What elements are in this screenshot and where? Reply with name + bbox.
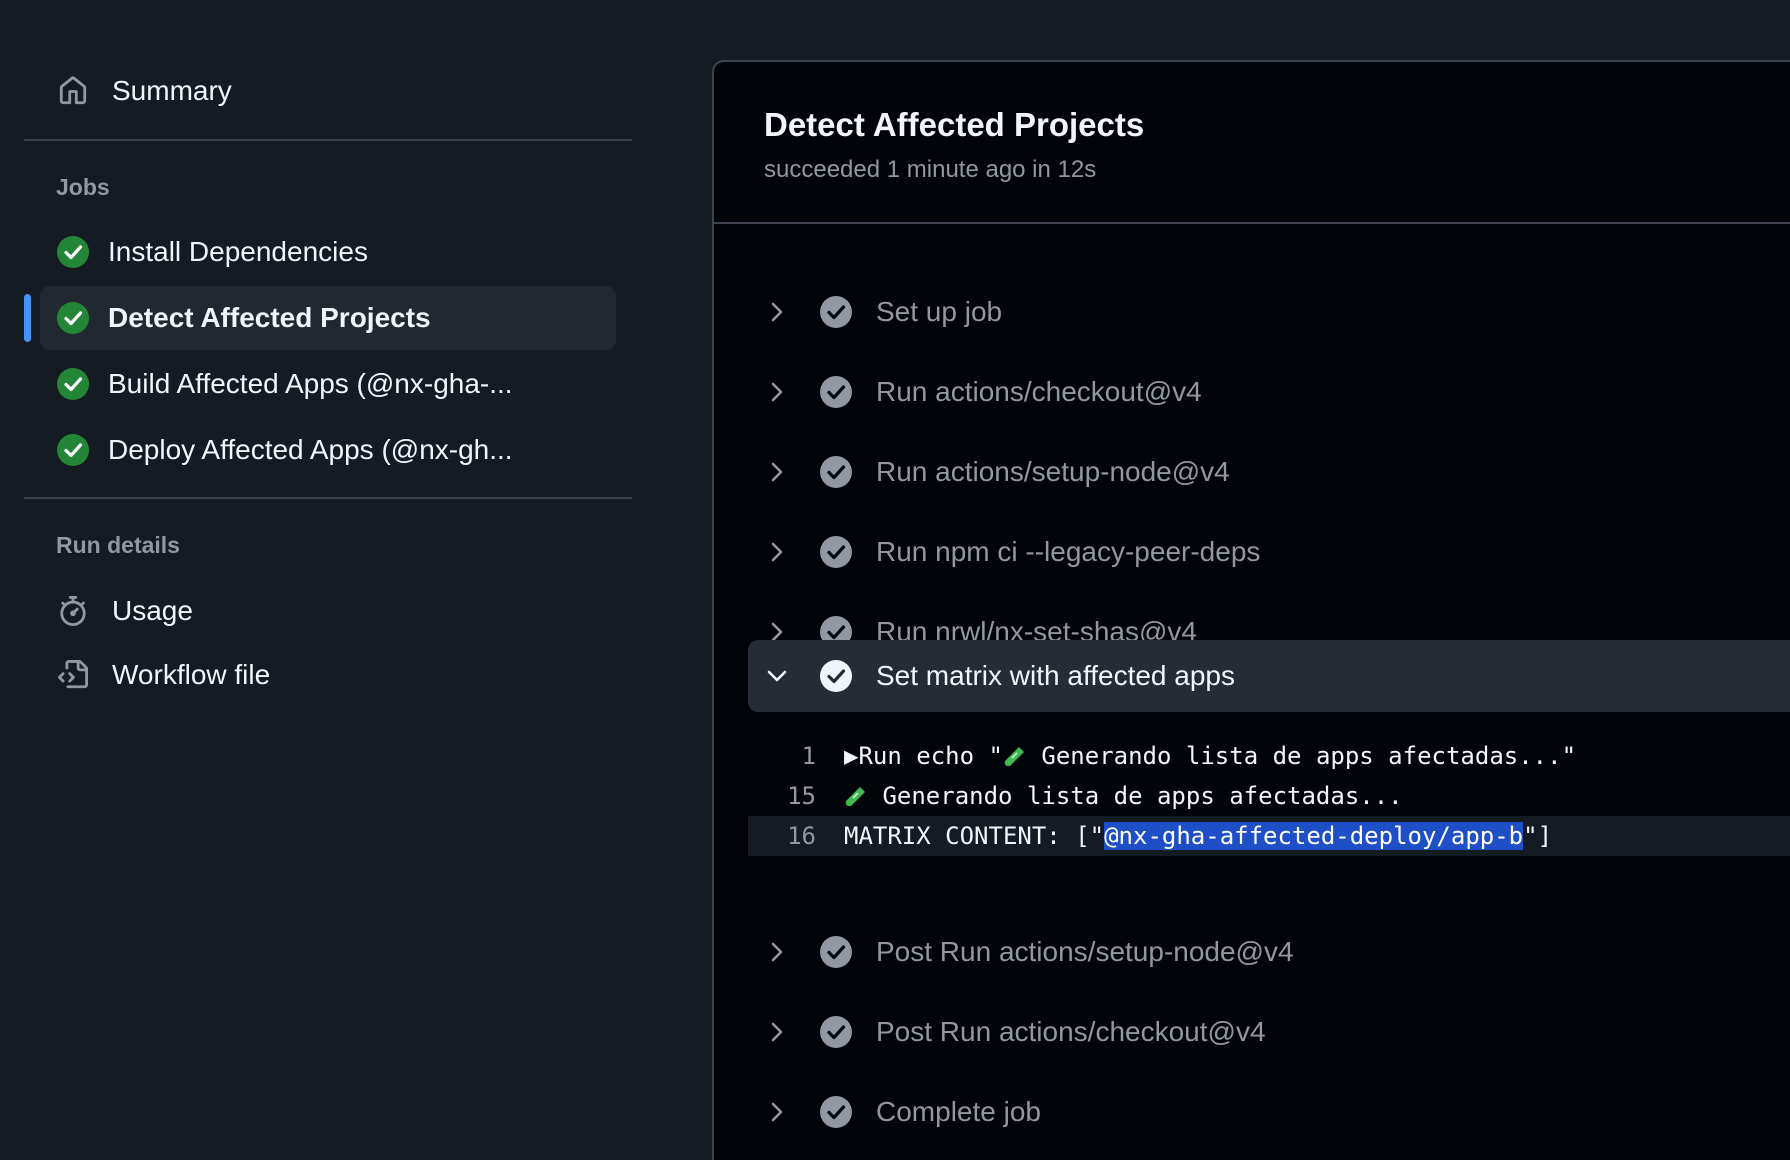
check-circle-icon xyxy=(818,374,854,410)
stopwatch-icon xyxy=(56,594,90,628)
jobs-heading: Jobs xyxy=(56,174,110,200)
job-item-detect-affected-projects[interactable]: Detect Affected Projects xyxy=(40,286,616,350)
home-icon xyxy=(56,74,90,108)
log-line-highlighted[interactable]: 16 MATRIX CONTENT: [" @nx-gha-affected-de… xyxy=(748,816,1790,856)
log-line-prefix: ▶Run echo " xyxy=(844,742,1003,770)
check-circle-icon xyxy=(818,294,854,330)
workflow-run-page: Summary Jobs Install Dependencies Detect… xyxy=(0,0,1790,1160)
sidebar-usage-link[interactable]: Usage xyxy=(56,594,193,628)
check-circle-icon xyxy=(56,235,90,269)
test-tube-icon xyxy=(844,784,868,808)
log-line-number[interactable]: 15 xyxy=(748,782,844,810)
log-line-text-before: MATRIX CONTENT: [" xyxy=(844,822,1105,850)
sidebar-divider xyxy=(24,497,632,499)
check-circle-icon xyxy=(56,433,90,467)
step-name: Run actions/setup-node@v4 xyxy=(876,456,1230,487)
chevron-down-icon xyxy=(760,666,794,686)
step-run-checkout[interactable]: Run actions/checkout@v4 xyxy=(748,356,1790,428)
job-item-deploy-affected-apps[interactable]: Deploy Affected Apps (@nx-gh... xyxy=(40,418,616,482)
step-name: Complete job xyxy=(876,1096,1041,1127)
job-label: Detect Affected Projects xyxy=(108,302,431,333)
check-circle-icon xyxy=(818,1094,854,1130)
usage-label: Usage xyxy=(112,595,193,626)
step-name: Set matrix with affected apps xyxy=(876,660,1235,691)
job-header: Detect Affected Projects succeeded 1 min… xyxy=(714,62,1790,224)
chevron-right-icon xyxy=(760,540,794,564)
test-tube-icon xyxy=(1003,744,1027,768)
step-set-up-job[interactable]: Set up job xyxy=(748,276,1790,348)
step-run-setup-node[interactable]: Run actions/setup-node@v4 xyxy=(748,436,1790,508)
chevron-right-icon xyxy=(760,460,794,484)
log-line-text-after: "] xyxy=(1523,822,1553,850)
check-circle-icon xyxy=(818,534,854,570)
step-post-run-checkout[interactable]: Post Run actions/checkout@v4 xyxy=(748,996,1790,1068)
log-line-text: Generando lista de apps afectadas... xyxy=(868,782,1403,810)
workflow-file-label: Workflow file xyxy=(112,659,271,690)
step-complete-job[interactable]: Complete job xyxy=(748,1076,1790,1148)
job-log-panel: Detect Affected Projects succeeded 1 min… xyxy=(712,60,1790,1160)
sidebar: Summary Jobs Install Dependencies Detect… xyxy=(0,0,640,1160)
job-label: Install Dependencies xyxy=(108,236,368,267)
check-circle-icon xyxy=(818,658,854,694)
summary-label: Summary xyxy=(112,75,232,106)
job-status-subtitle: succeeded 1 minute ago in 12s xyxy=(764,156,1097,183)
step-name: Run npm ci --legacy-peer-deps xyxy=(876,536,1261,567)
chevron-right-icon xyxy=(760,1100,794,1124)
check-circle-icon xyxy=(818,454,854,490)
step-post-run-setup-node[interactable]: Post Run actions/setup-node@v4 xyxy=(748,916,1790,988)
step-name: Post Run actions/setup-node@v4 xyxy=(876,936,1294,967)
step-name: Post Run actions/checkout@v4 xyxy=(876,1016,1266,1047)
log-line-number[interactable]: 1 xyxy=(748,742,844,770)
run-details-heading: Run details xyxy=(56,532,180,558)
job-label: Build Affected Apps (@nx-gha-... xyxy=(108,368,513,399)
step-name: Set up job xyxy=(876,296,1003,327)
check-circle-icon xyxy=(56,301,90,335)
sidebar-summary-link[interactable]: Summary xyxy=(56,74,232,108)
chevron-right-icon xyxy=(760,1020,794,1044)
step-run-npm-ci[interactable]: Run npm ci --legacy-peer-deps xyxy=(748,516,1790,588)
check-circle-icon xyxy=(818,934,854,970)
selected-text[interactable]: @nx-gha-affected-deploy/app-b xyxy=(1104,822,1524,850)
job-item-build-affected-apps[interactable]: Build Affected Apps (@nx-gha-... xyxy=(40,352,616,416)
job-item-install-dependencies[interactable]: Install Dependencies xyxy=(40,220,616,284)
log-line-number[interactable]: 16 xyxy=(748,822,844,850)
sidebar-divider xyxy=(24,139,632,141)
job-label: Deploy Affected Apps (@nx-gh... xyxy=(108,434,513,465)
log-line[interactable]: 1 ▶Run echo " Generando lista de apps af… xyxy=(748,736,1790,776)
chevron-right-icon xyxy=(760,380,794,404)
file-code-icon xyxy=(56,658,90,692)
log-line-text: Generando lista de apps afectadas..." xyxy=(1026,742,1577,770)
log-line[interactable]: 15 Generando lista de apps afectadas... xyxy=(748,776,1790,816)
check-circle-icon xyxy=(818,1014,854,1050)
check-circle-icon xyxy=(56,367,90,401)
sidebar-workflow-file-link[interactable]: Workflow file xyxy=(56,658,270,692)
job-title: Detect Affected Projects xyxy=(764,106,1145,143)
step-name: Run actions/checkout@v4 xyxy=(876,376,1202,407)
step-set-matrix-expanded[interactable]: Set matrix with affected apps xyxy=(748,640,1790,712)
active-job-indicator xyxy=(24,294,31,342)
chevron-right-icon xyxy=(760,940,794,964)
chevron-right-icon xyxy=(760,300,794,324)
